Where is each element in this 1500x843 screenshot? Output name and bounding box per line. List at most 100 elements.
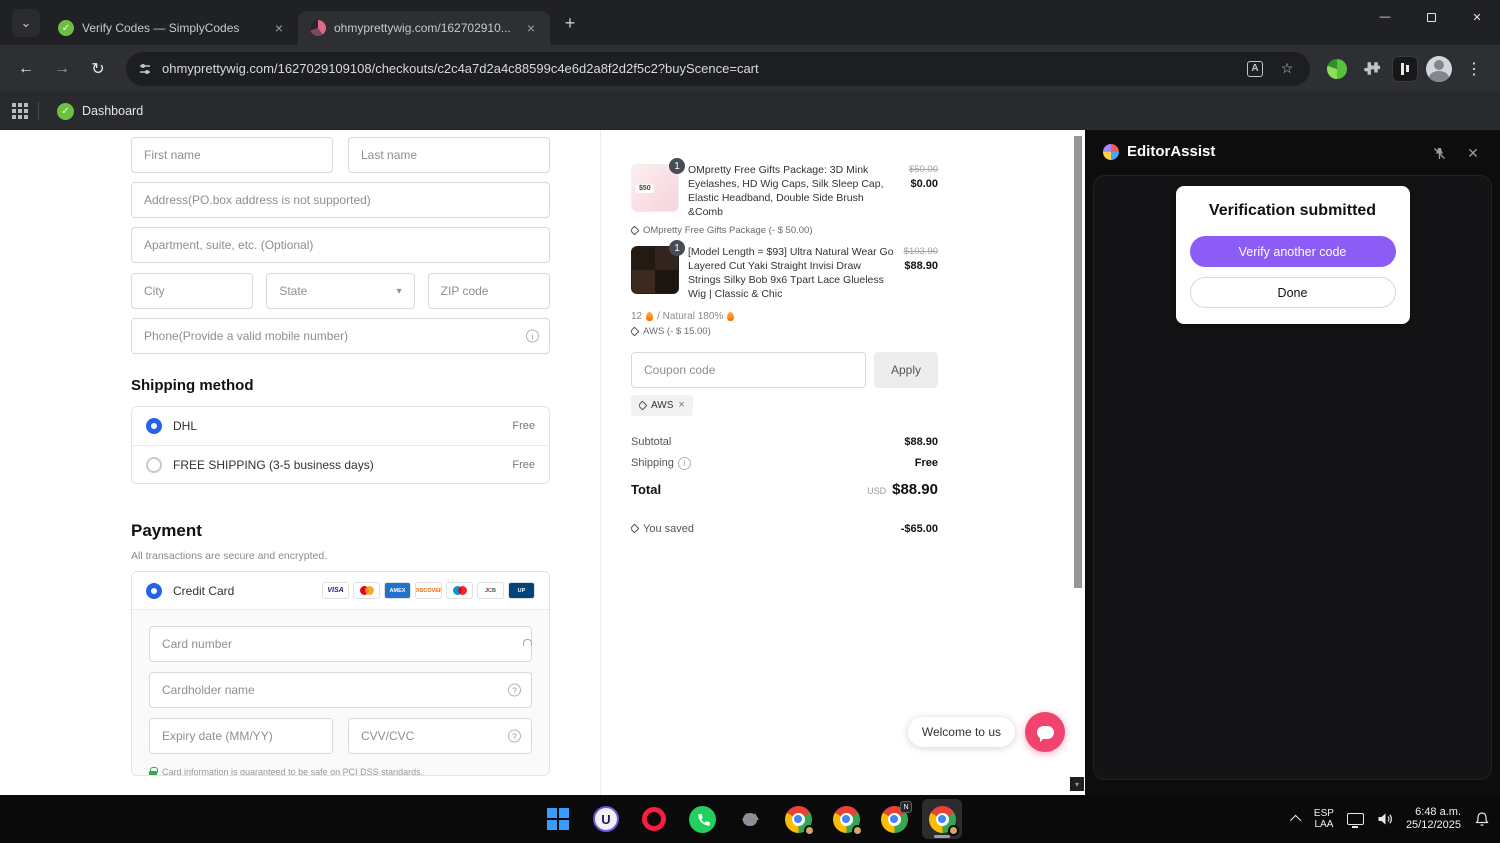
page-scrollbar-thumb[interactable] (1074, 136, 1082, 588)
maximize-button[interactable] (1408, 0, 1454, 34)
phone-input[interactable] (131, 318, 550, 354)
apply-coupon-button[interactable]: Apply (874, 351, 938, 388)
zip-input[interactable] (427, 273, 550, 309)
start-button[interactable] (538, 799, 578, 839)
discount-tag-text: OMpretty Free Gifts Package (- $ 50.00) (643, 225, 813, 237)
bookmark-dashboard[interactable]: ✓ Dashboard (49, 99, 151, 124)
phone-info-icon[interactable]: i (526, 329, 539, 343)
profile-button[interactable] (1424, 54, 1454, 84)
quantity-badge: 1 (669, 240, 685, 257)
variant-density: / Natural 180% (657, 310, 724, 322)
site-info-icon[interactable] (138, 62, 152, 76)
cardholder-name-input[interactable] (149, 672, 532, 708)
saved-label: You saved (643, 522, 694, 535)
extensions-puzzle-icon[interactable] (1356, 54, 1386, 84)
close-window-button[interactable]: ✕ (1454, 0, 1500, 34)
coupon-input[interactable] (631, 351, 866, 388)
radio-unselected-icon[interactable] (146, 456, 162, 473)
remove-coupon-icon[interactable]: × (678, 399, 684, 411)
shipping-info-icon[interactable]: i (677, 456, 691, 470)
expiry-input[interactable] (149, 718, 333, 754)
last-name-input[interactable] (348, 137, 550, 173)
cvv-help-icon[interactable]: ? (508, 729, 521, 743)
clock[interactable]: 6:48 a.m. 25/12/2025 (1406, 806, 1461, 833)
language-line2: LAA (1314, 819, 1334, 830)
chrome-active-button[interactable] (922, 799, 962, 839)
pin-off-icon[interactable] (1430, 144, 1448, 162)
side-panel-extension-icon[interactable] (1390, 54, 1420, 84)
cardholder-help-icon[interactable]: ? (508, 683, 521, 697)
coupon-code: AWS (651, 399, 674, 411)
city-input[interactable] (131, 273, 254, 309)
chrome-profile3-button[interactable]: N (874, 799, 914, 839)
radio-selected-icon[interactable] (146, 418, 162, 434)
tab-search-button[interactable]: ⌄ (12, 9, 40, 37)
close-assist-icon[interactable]: ✕ (1464, 144, 1482, 162)
radio-selected-icon[interactable] (146, 582, 162, 599)
address-input[interactable] (131, 182, 550, 218)
cvv-input[interactable] (348, 718, 532, 754)
shipping-options: DHL Free FREE SHIPPING (3-5 business day… (131, 406, 550, 484)
applied-coupon-chip[interactable]: AWS × (631, 394, 693, 416)
scroll-down-button[interactable]: ▾ (1070, 777, 1084, 791)
current-price: $88.90 (904, 260, 938, 273)
translate-icon[interactable]: A (1244, 58, 1266, 80)
url-text[interactable]: ohmyprettywig.com/1627029109108/checkout… (162, 61, 1234, 76)
verify-another-code-button[interactable]: Verify another code (1189, 236, 1396, 267)
chat-button[interactable] (1025, 712, 1065, 752)
tab-simplycodes[interactable]: ✓ Verify Codes — SimplyCodes × (46, 11, 300, 45)
back-button[interactable]: ← (10, 53, 42, 85)
flame-icon (646, 311, 654, 321)
chat-bubble-icon (1036, 725, 1054, 742)
chrome-profile1-button[interactable] (778, 799, 818, 839)
state-select-value: State (279, 284, 308, 298)
credit-card-option[interactable]: Credit Card VISA AMEX DISCOVER JCB UP (132, 572, 549, 609)
close-tab-icon[interactable]: × (522, 19, 540, 37)
simplycodes-extension-icon[interactable] (1322, 54, 1352, 84)
u-app-button[interactable]: U (586, 799, 626, 839)
chevron-down-icon: ▾ (396, 285, 402, 297)
cat-app-button[interactable] (730, 799, 770, 839)
whatsapp-button[interactable] (682, 799, 722, 839)
pci-note: Card information is guaranteed to be saf… (149, 766, 532, 775)
minimize-button[interactable]: — (1362, 0, 1408, 34)
profile-badge (804, 825, 815, 836)
new-tab-button[interactable]: + (556, 9, 584, 37)
done-button[interactable]: Done (1189, 277, 1396, 308)
total-row: Total USD $88.90 (631, 481, 938, 498)
apartment-input[interactable] (131, 227, 550, 263)
bookmark-star-icon[interactable]: ☆ (1276, 58, 1298, 80)
payment-heading: Payment (131, 521, 202, 540)
shipping-address-form: State ▾ i Shipping method DHL Free (131, 137, 550, 776)
opera-button[interactable] (634, 799, 674, 839)
credit-card-section: Credit Card VISA AMEX DISCOVER JCB UP Ca… (131, 571, 550, 776)
state-select[interactable]: State ▾ (266, 273, 415, 309)
chat-welcome-bubble[interactable]: Welcome to us (907, 717, 1015, 747)
tab-ohmyprettywig[interactable]: ohmyprettywig.com/162702910... × (298, 11, 550, 45)
card-number-input[interactable] (149, 626, 532, 662)
product-prices: $50.00 $0.00 (909, 164, 938, 219)
discount-tag-text: AWS (- $ 15.00) (643, 325, 711, 337)
notification-bell-icon[interactable] (1474, 811, 1490, 827)
thumbnail-price-text: $50 (636, 183, 654, 193)
display-icon[interactable] (1346, 813, 1364, 828)
apps-grid-icon[interactable] (12, 103, 28, 119)
shipping-option-label: DHL (173, 419, 198, 433)
cat-app-icon (737, 806, 763, 832)
tray-expand-icon[interactable] (1289, 814, 1302, 827)
reload-button[interactable]: ↻ (82, 53, 114, 85)
close-tab-icon[interactable]: × (270, 19, 288, 37)
address-bar[interactable]: ohmyprettywig.com/1627029109108/checkout… (126, 51, 1310, 86)
jcb-icon: JCB (477, 582, 504, 599)
shipping-value: Free (914, 457, 938, 470)
shipping-option-dhl[interactable]: DHL Free (132, 407, 549, 445)
language-indicator[interactable]: ESP LAA (1314, 808, 1334, 830)
volume-icon[interactable] (1377, 812, 1393, 826)
chrome-profile2-button[interactable] (826, 799, 866, 839)
first-name-input[interactable] (131, 137, 333, 173)
green-extension-icon (1327, 58, 1347, 79)
forward-button[interactable]: → (46, 53, 78, 85)
browser-menu-button[interactable]: ⋮ (1458, 53, 1490, 85)
shipping-option-free[interactable]: FREE SHIPPING (3-5 business days) Free (132, 445, 549, 483)
assist-title: EditorAssist (1127, 143, 1216, 160)
